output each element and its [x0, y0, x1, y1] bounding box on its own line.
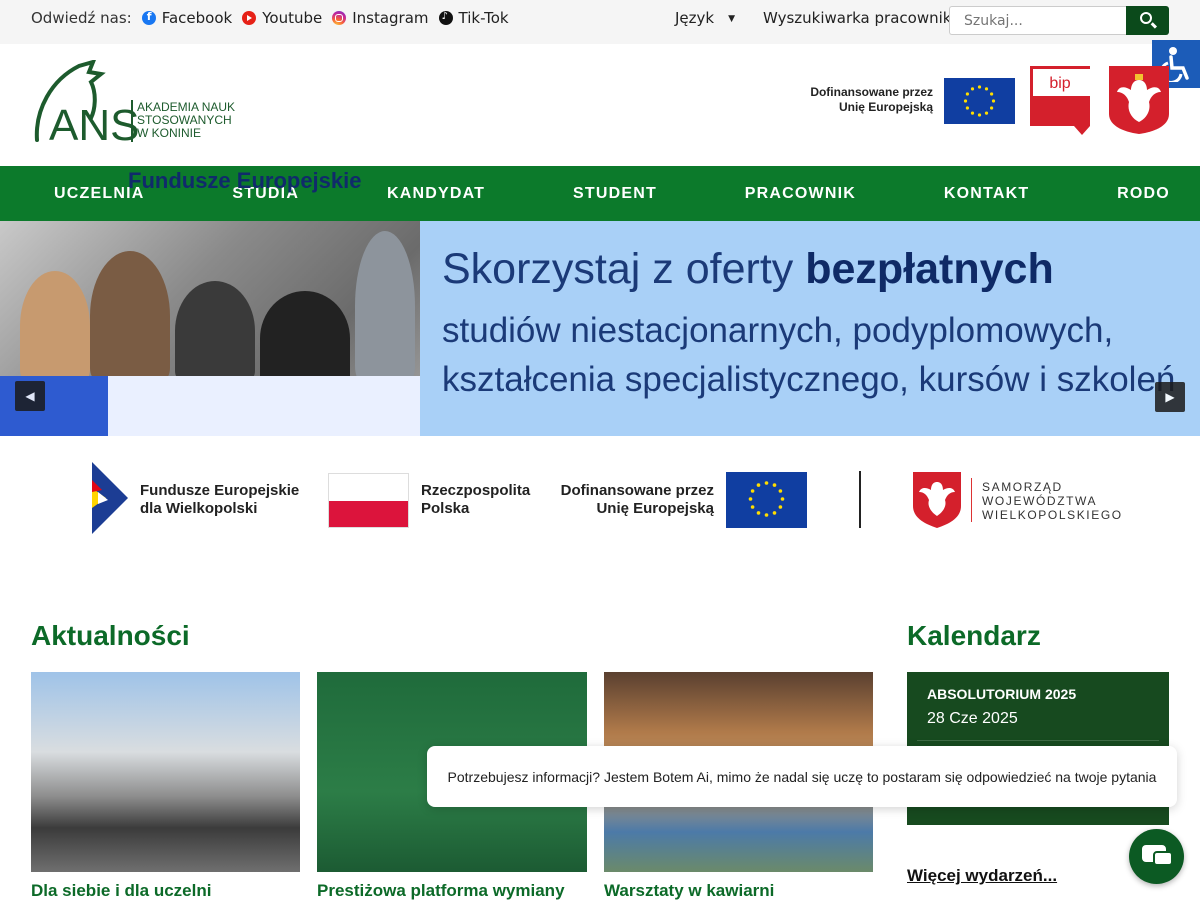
calendar-heading: Kalendarz: [907, 620, 1041, 651]
eu-flag-icon: [726, 472, 807, 528]
logo-text: AKADEMIA NAUK STOSOWANYCH W KONINIE: [137, 100, 236, 140]
slider-prev-button[interactable]: ◀: [15, 381, 45, 411]
cofunded-text: Dofinansowane przez Unię Europejską: [810, 85, 933, 114]
facebook-icon: [141, 10, 156, 25]
wielkopolska-shield-icon: [913, 472, 961, 528]
logo-divider: [131, 100, 133, 142]
youtube-icon: [242, 11, 257, 25]
staff-search-link[interactable]: Wyszukiwarka pracowników: [763, 9, 972, 27]
nav-item-student[interactable]: STUDENT: [573, 185, 657, 203]
divider: [859, 471, 861, 528]
search-form: [949, 6, 1169, 35]
svg-text:bip: bip: [1049, 75, 1070, 92]
top-links: Język ▼ Wyszukiwarka pracowników: [675, 9, 986, 27]
slider-next-button[interactable]: ▶: [1155, 382, 1185, 412]
chevron-left-icon: ◀: [25, 389, 35, 403]
social-links: Odwiedź nas: Facebook Youtube Instagram …: [31, 9, 519, 27]
nav-item-rodo[interactable]: RODO: [1117, 185, 1170, 203]
rp-text: Rzeczpospolita Polska: [421, 482, 531, 517]
top-bar: Odwiedź nas: Facebook Youtube Instagram …: [0, 0, 1200, 44]
fe-wielkopolska-text: Fundusze Europejskie dla Wielkopolski: [140, 482, 300, 517]
chevron-right-icon: ▶: [1165, 390, 1175, 404]
news-card-title-1[interactable]: Dla siebie i dla uczelni: [31, 881, 211, 900]
nav-item-pracownik[interactable]: PRACOWNIK: [745, 185, 856, 203]
news-card-title-3[interactable]: Warsztaty w kawiarni: [604, 881, 774, 900]
tiktok-icon: [438, 11, 453, 25]
follow-label: Odwiedź nas:: [31, 9, 132, 27]
caret-down-icon: ▼: [728, 13, 736, 24]
calendar-divider: [917, 740, 1159, 741]
calendar-event-title[interactable]: ABSOLUTORIUM 2025: [927, 686, 1076, 702]
news-card-title-2[interactable]: Prestiżowa platforma wymiany: [317, 881, 565, 900]
wlkp-divider: [971, 478, 972, 522]
eu-flag-icon: [944, 78, 1015, 124]
polish-eagle-emblem: [1109, 66, 1169, 134]
eu-cofund-text: Dofinansowane przez Unię Europejską: [560, 482, 714, 517]
instagram-icon: [332, 11, 347, 25]
fe-logo-icon: [92, 462, 128, 534]
wlkp-text: SAMORZĄD WOJEWÓDZTWA WIELKOPOLSKIEGO: [982, 480, 1123, 522]
calendar-event-date: 28 Cze 2025: [927, 710, 1018, 727]
search-button[interactable]: [1126, 6, 1169, 35]
language-dropdown[interactable]: Język ▼: [675, 9, 749, 27]
chat-button[interactable]: [1129, 829, 1184, 884]
bip-logo[interactable]: bip: [1030, 66, 1090, 136]
hero-badge: Fundusze Europejskie: [128, 168, 362, 193]
search-icon: [1140, 12, 1152, 24]
logo-ans-text: ANS: [49, 101, 139, 146]
polish-flag-icon: [328, 473, 409, 528]
hero-headline: Skorzystaj z oferty bezpłatnych: [442, 245, 1054, 293]
facebook-link[interactable]: Facebook: [141, 9, 232, 27]
hero-line-3: kształcenia specjalistycznego, kursów i …: [442, 360, 1176, 399]
search-input[interactable]: [949, 6, 1126, 35]
chatbot-message[interactable]: Potrzebujesz informacji? Jestem Botem Ai…: [427, 746, 1177, 807]
instagram-link[interactable]: Instagram: [332, 9, 429, 27]
youtube-link[interactable]: Youtube: [242, 9, 322, 27]
tiktok-link[interactable]: Tik-Tok: [438, 9, 509, 27]
hero-line-2: studiów niestacjonarnych, podyplomowych,: [442, 311, 1114, 350]
news-heading: Aktualności: [31, 620, 190, 651]
news-card-image-1[interactable]: [31, 672, 300, 872]
nav-item-kandydat[interactable]: KANDYDAT: [387, 185, 485, 203]
nav-item-kontakt[interactable]: KONTAKT: [944, 185, 1029, 203]
fe-band: [0, 376, 420, 436]
more-events-link[interactable]: Więcej wydarzeń...: [907, 866, 1057, 886]
